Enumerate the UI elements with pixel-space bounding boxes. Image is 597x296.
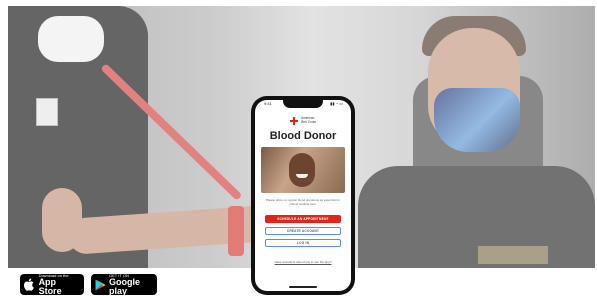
google-play-label: Google play xyxy=(109,276,140,296)
donor-face xyxy=(289,153,315,187)
help-link[interactable]: Have questions about how to use the app? xyxy=(255,260,351,264)
app-title: Blood Donor xyxy=(269,130,337,142)
play-icon xyxy=(95,278,106,292)
phone-screen: 9:41 ▮▮ ◔ ▭ American Red Cross Blood Don… xyxy=(255,100,351,291)
create-account-button[interactable]: CREATE ACCOUNT xyxy=(265,227,341,235)
schedule-appointment-button[interactable]: SCHEDULE AN APPOINTMENT xyxy=(265,215,341,223)
red-cross-icon xyxy=(289,117,298,125)
phone-mockup: 9:41 ▮▮ ◔ ▭ American Red Cross Blood Don… xyxy=(251,96,355,295)
log-in-button[interactable]: LOG IN xyxy=(265,239,341,247)
google-play-badge[interactable]: GET IT ON Google play xyxy=(91,273,157,296)
apple-icon xyxy=(24,278,36,292)
status-time: 9:41 xyxy=(264,101,272,106)
red-cross-logo: American Red Cross xyxy=(255,117,351,125)
phone-notch xyxy=(283,100,323,108)
brand-line-2: Red Cross xyxy=(300,120,317,124)
app-tagline: Please allow us regular blood donations … xyxy=(265,198,341,206)
app-store-label: App Store xyxy=(38,276,62,296)
home-indicator xyxy=(289,286,317,288)
status-icons: ▮▮ ◔ ▭ xyxy=(330,101,343,106)
app-store-badge[interactable]: Download on the App Store xyxy=(20,273,84,296)
donor-photo xyxy=(261,147,345,193)
